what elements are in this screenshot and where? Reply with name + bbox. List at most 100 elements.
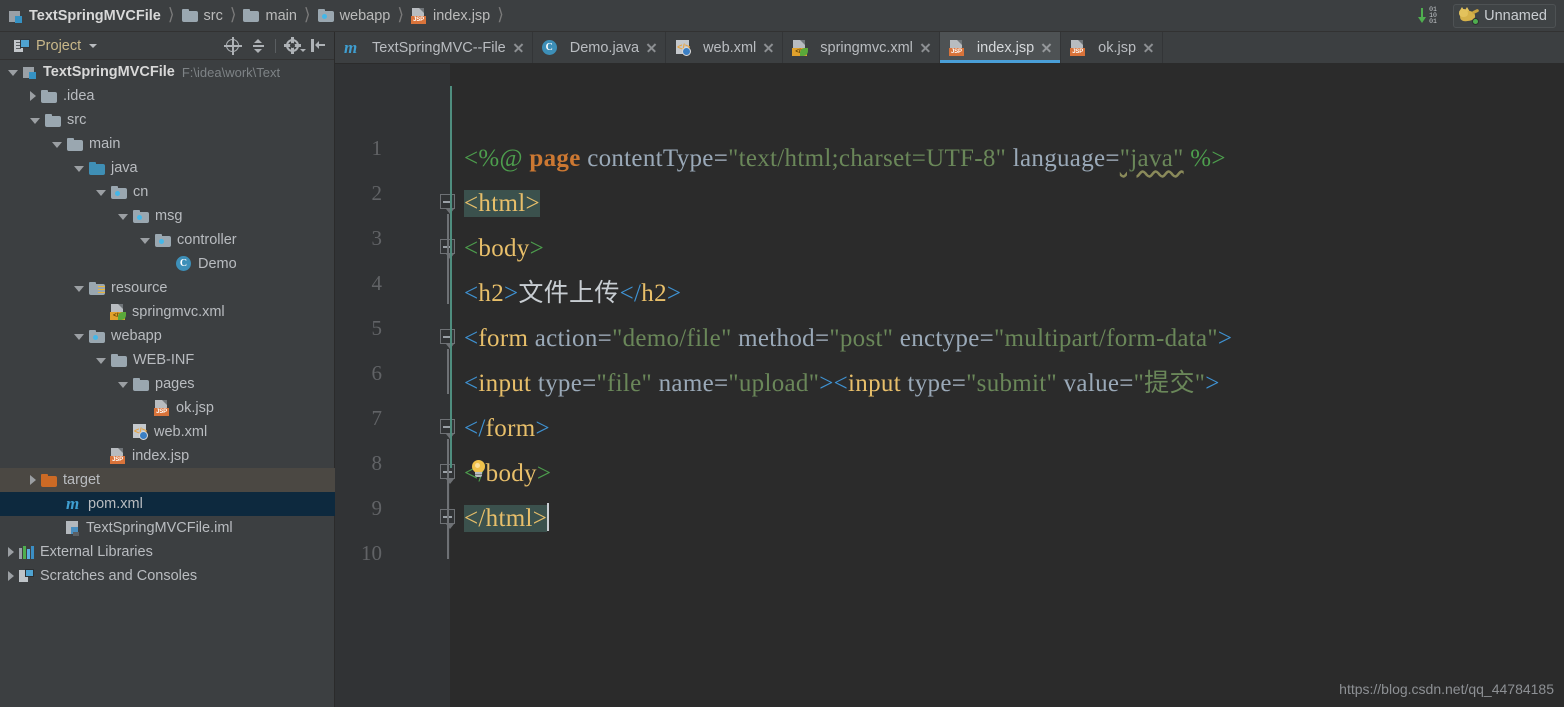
breadcrumb-label: webapp [339, 7, 391, 24]
chevron-right-icon[interactable] [8, 547, 14, 557]
breadcrumb-separator-icon: ⟩ [167, 4, 175, 24]
code-line-7[interactable]: </form> [464, 406, 550, 451]
text-caret [547, 503, 550, 531]
tree-item-pages[interactable]: pages [0, 372, 335, 396]
tree-item-resource[interactable]: resource [0, 276, 335, 300]
tree-item-springmvc-xml[interactable]: </> springmvc.xml [0, 300, 335, 324]
editor-tab-demo-java[interactable]: C Demo.java [533, 32, 667, 63]
editor-tab-index-jsp[interactable]: JSP index.jsp [939, 32, 1062, 63]
tree-item-pom-xml[interactable]: m pom.xml [0, 492, 335, 516]
locate-target-icon[interactable] [224, 37, 242, 55]
editor-gutter[interactable]: 1 2 3 4 5 6 7 8 9 10 [335, 64, 455, 707]
chevron-down-icon[interactable] [89, 43, 98, 48]
chevron-down-icon[interactable] [118, 382, 128, 388]
close-icon[interactable] [1142, 41, 1155, 54]
code-line-2[interactable]: <html> [464, 181, 540, 226]
tree-item-scratches-and-consoles[interactable]: Scratches and Consoles [0, 564, 335, 588]
line-number: 5 [371, 316, 383, 340]
editor-tab-textspringmvc-file[interactable]: m TextSpringMVC--File [335, 32, 533, 63]
code-line-1[interactable]: <%@ page contentType="text/html;charset=… [464, 136, 1226, 181]
tree-item-label: webapp [111, 328, 162, 344]
line-number: 7 [371, 406, 383, 430]
tree-item-src[interactable]: src [0, 108, 335, 132]
tree-item-web-xml[interactable]: </> web.xml [0, 420, 335, 444]
breadcrumb-item-main[interactable]: main [240, 3, 299, 29]
chevron-right-icon[interactable] [8, 571, 14, 581]
chevron-down-icon[interactable] [96, 190, 106, 196]
project-path-label: F:\idea\work\Text [181, 64, 281, 80]
tree-item-label: External Libraries [40, 544, 153, 560]
tree-item-label: TextSpringMVCFile.iml [86, 520, 233, 536]
chevron-right-icon[interactable] [30, 91, 36, 101]
code-line-3[interactable]: <body> [464, 226, 544, 271]
code-line-5[interactable]: <form action="demo/file" method="post" e… [464, 316, 1232, 361]
tree-item-main[interactable]: main [0, 132, 335, 156]
tree-item-label: src [67, 112, 87, 128]
tree-item-web-inf[interactable]: WEB-INF [0, 348, 335, 372]
run-configuration-selector[interactable]: Unnamed [1453, 3, 1556, 28]
close-icon[interactable] [762, 41, 775, 54]
tree-item-textspringmvcfile[interactable]: TextSpringMVCFile F:\idea\work\Text [0, 60, 335, 84]
folder-icon [133, 377, 149, 391]
spring-xml-icon: </> [792, 39, 809, 56]
tree-item-controller[interactable]: controller [0, 228, 335, 252]
chevron-down-icon[interactable] [74, 334, 84, 340]
tree-item-label: index.jsp [132, 448, 190, 464]
chevron-down-icon[interactable] [118, 214, 128, 220]
close-icon[interactable] [512, 41, 525, 54]
chevron-right-icon[interactable] [30, 475, 36, 485]
breadcrumb-item-index-jsp[interactable]: JSP index.jsp [408, 3, 493, 29]
chevron-down-icon[interactable] [74, 286, 84, 292]
breadcrumb-label: main [265, 7, 297, 24]
tree-item-target[interactable]: target [0, 468, 335, 492]
breadcrumb-item-webapp[interactable]: webapp [315, 3, 394, 29]
code-line-4[interactable]: <h2>文件上传</h2> [464, 271, 681, 316]
breadcrumb-item-project[interactable]: TextSpringMVCFile [6, 3, 164, 29]
folder-icon [111, 353, 127, 367]
chevron-down-icon[interactable] [30, 118, 40, 124]
chevron-down-icon[interactable] [96, 358, 106, 364]
tree-item-idea[interactable]: .idea [0, 84, 335, 108]
tree-item-demo[interactable]: C Demo [0, 252, 335, 276]
editor-tab-ok-jsp[interactable]: JSP ok.jsp [1061, 32, 1164, 63]
chevron-down-icon[interactable] [52, 142, 62, 148]
chevron-down-icon[interactable] [74, 166, 84, 172]
close-icon[interactable] [1040, 41, 1053, 54]
tree-item-msg[interactable]: msg [0, 204, 335, 228]
code-editor[interactable]: 1 2 3 4 5 6 7 8 9 10 <%@ page contentType="text/h… [335, 64, 1564, 707]
project-tree[interactable]: TextSpringMVCFile F:\idea\work\Text .idea s… [0, 60, 335, 707]
download-binary-icon[interactable]: 01 10 01 [1418, 6, 1445, 25]
close-icon[interactable] [919, 41, 932, 54]
tree-item-textspringmvcfile-iml[interactable]: TextSpringMVCFile.iml [0, 516, 335, 540]
tree-item-index-jsp[interactable]: JSP index.jsp [0, 444, 335, 468]
breadcrumb-separator-icon: ⟩ [497, 4, 504, 24]
collapse-all-icon[interactable] [250, 38, 266, 54]
settings-gear-icon[interactable] [284, 37, 306, 54]
code-line-9[interactable]: </html> [464, 496, 550, 541]
project-title-button[interactable]: Project [0, 37, 98, 54]
navigation-bar: TextSpringMVCFile ⟩ src ⟩ main ⟩ webapp … [0, 0, 1564, 32]
intention-bulb-icon[interactable] [470, 460, 487, 479]
tree-item-java[interactable]: java [0, 156, 335, 180]
breadcrumb-item-src[interactable]: src [179, 3, 226, 29]
code-line-6[interactable]: <input type="file" name="upload"><input … [464, 361, 1220, 406]
tree-item-label: WEB-INF [133, 352, 195, 368]
editor-tab-web-xml[interactable]: </> web.xml [666, 32, 784, 63]
hide-panel-icon[interactable] [310, 38, 326, 54]
tree-item-webapp[interactable]: webapp [0, 324, 335, 348]
tree-item-ok-jsp[interactable]: JSP ok.jsp [0, 396, 335, 420]
close-icon[interactable] [645, 41, 658, 54]
chevron-down-icon[interactable] [8, 70, 18, 76]
editor-tab-springmvc-xml[interactable]: </> springmvc.xml [783, 32, 940, 63]
breadcrumb-label: index.jsp [433, 7, 491, 24]
project-panel-title: Project [36, 37, 82, 54]
editor-code-area[interactable]: <%@ page contentType="text/html;charset=… [450, 64, 1564, 707]
tree-item-cn[interactable]: cn [0, 180, 335, 204]
tree-item-external-libraries[interactable]: External Libraries [0, 540, 335, 564]
chevron-down-icon[interactable] [140, 238, 150, 244]
editor-tab-label: index.jsp [976, 39, 1035, 56]
folder-package-icon [111, 185, 127, 199]
line-number: 3 [371, 226, 383, 250]
